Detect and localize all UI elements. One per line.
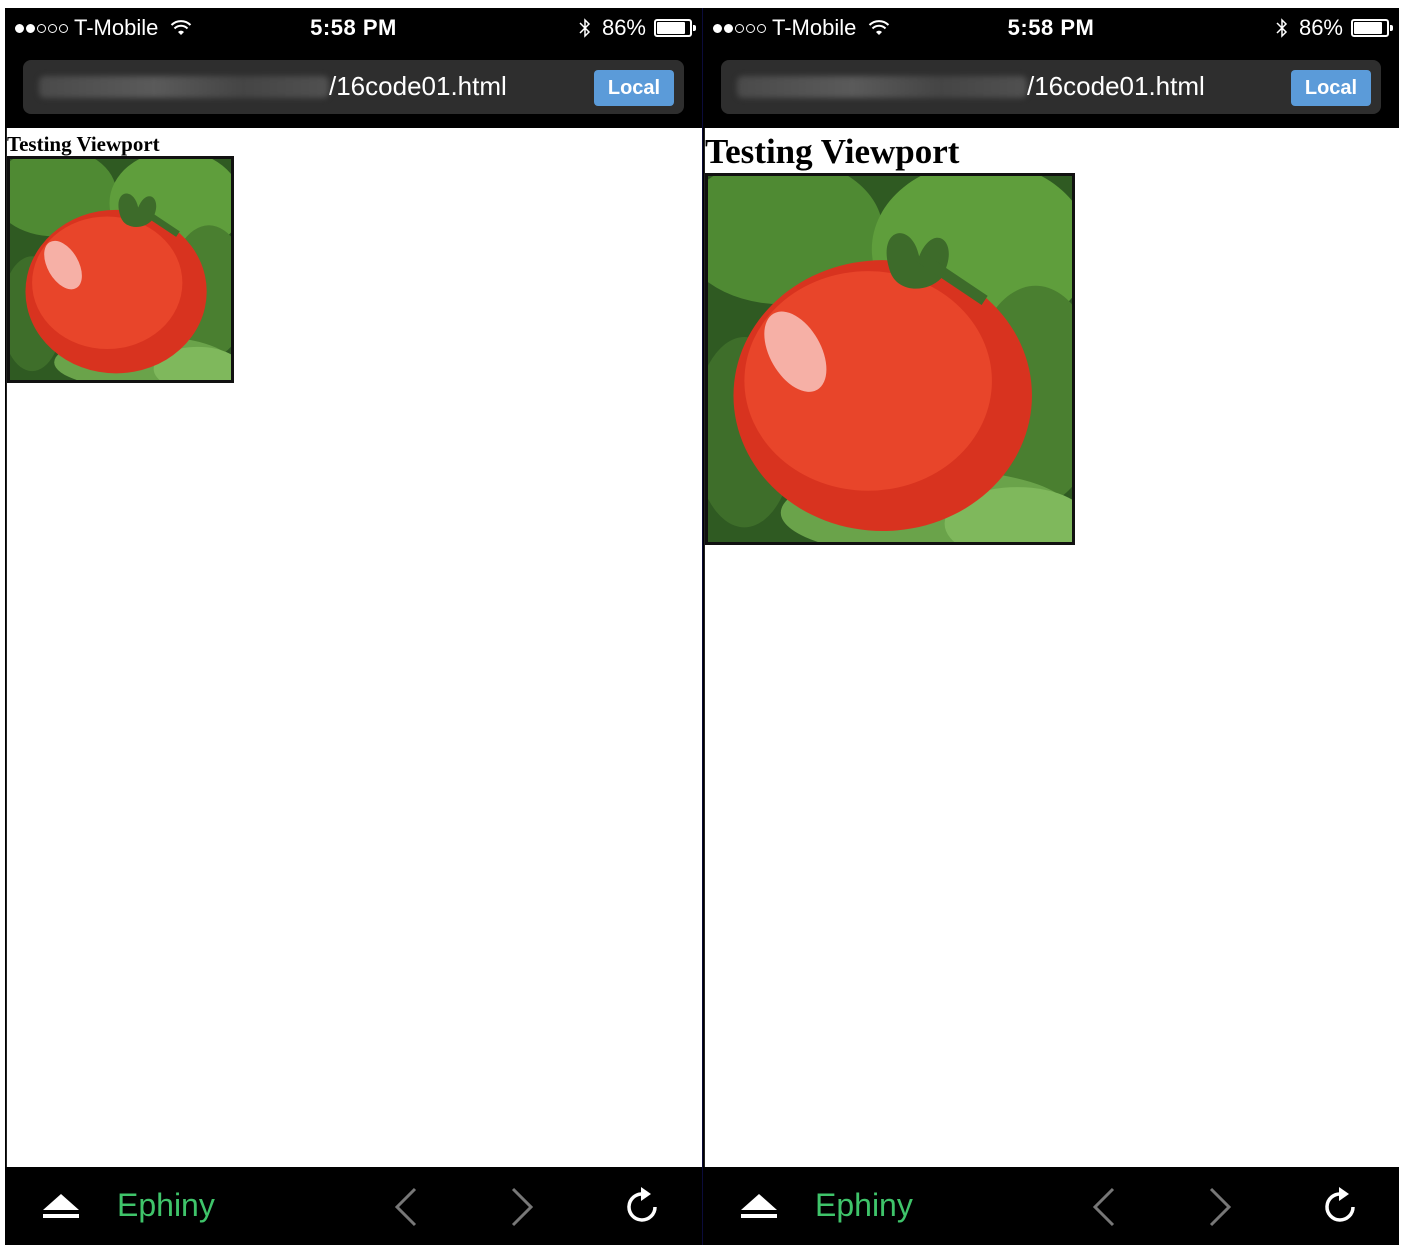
back-icon[interactable] <box>1091 1187 1117 1227</box>
tomato-photo <box>7 156 234 383</box>
url-path: /16code01.html <box>1027 71 1205 101</box>
phone-screenshot-left: T-Mobile 5:58 PM 86% /16code01.html Loca… <box>5 8 702 1245</box>
page-title: Testing Viewport <box>7 132 160 156</box>
bluetooth-icon <box>579 18 591 38</box>
battery-icon <box>1351 19 1393 37</box>
blurred-url-host <box>39 76 329 98</box>
eject-icon[interactable] <box>739 1194 779 1220</box>
forward-icon[interactable] <box>509 1187 535 1227</box>
app-name: Ephiny <box>815 1187 913 1223</box>
local-button[interactable]: Local <box>594 70 674 106</box>
status-bar: T-Mobile 5:58 PM 86% <box>5 8 702 50</box>
reload-icon[interactable] <box>1321 1185 1361 1227</box>
address-bar[interactable]: /16code01.html Local <box>721 60 1381 114</box>
app-name: Ephiny <box>117 1187 215 1223</box>
bottom-toolbar: Ephiny <box>5 1167 702 1245</box>
phone-screenshot-right: T-Mobile 5:58 PM 86% /16code01.html Loca… <box>703 8 1399 1245</box>
battery-icon <box>654 19 696 37</box>
status-bar: T-Mobile 5:58 PM 86% <box>703 8 1399 50</box>
page-title: Testing Viewport <box>705 132 960 171</box>
eject-icon[interactable] <box>41 1194 81 1220</box>
forward-icon[interactable] <box>1207 1187 1233 1227</box>
reload-icon[interactable] <box>623 1185 663 1227</box>
tomato-photo <box>705 173 1075 545</box>
battery-percent: 86% <box>1298 15 1343 40</box>
bluetooth-icon <box>1276 18 1288 38</box>
address-bar[interactable]: /16code01.html Local <box>23 60 684 114</box>
battery-percent: 86% <box>601 15 646 40</box>
back-icon[interactable] <box>393 1187 419 1227</box>
web-content: Testing Viewport <box>704 128 1399 1167</box>
blurred-url-host <box>737 76 1027 98</box>
web-content: Testing Viewport <box>6 128 702 1167</box>
local-button[interactable]: Local <box>1291 70 1371 106</box>
bottom-toolbar: Ephiny <box>703 1167 1399 1245</box>
url-path: /16code01.html <box>329 71 507 101</box>
